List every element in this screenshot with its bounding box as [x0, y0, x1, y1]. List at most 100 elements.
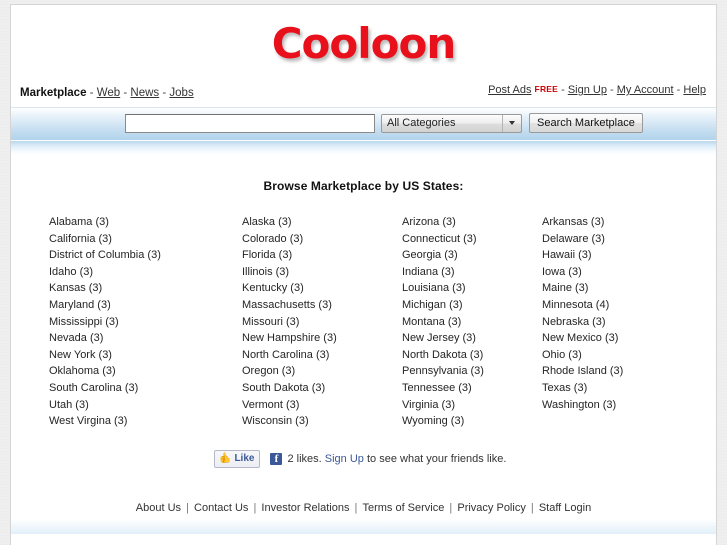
footer-separator: |: [351, 501, 361, 514]
state-link[interactable]: Nevada (3): [49, 330, 242, 347]
facebook-like-widget: 👍 Like f 2 likes. Sign Up to see what yo…: [11, 449, 716, 468]
state-link[interactable]: New York (3): [49, 347, 242, 364]
main-content: Browse Marketplace by US States: Alabama…: [11, 155, 716, 519]
state-link[interactable]: Idaho (3): [49, 264, 242, 281]
state-link[interactable]: Pennsylvania (3): [402, 363, 542, 380]
primary-nav: Marketplace - Web - News - Jobs: [20, 87, 194, 99]
state-link[interactable]: Kansas (3): [49, 280, 242, 297]
free-badge: FREE: [534, 84, 559, 94]
nav-link-my-account[interactable]: My Account: [617, 84, 674, 96]
state-link[interactable]: Illinois (3): [242, 264, 402, 281]
logo-band: Cooloon: [11, 5, 716, 83]
state-link[interactable]: Utah (3): [49, 397, 242, 414]
footer-spacer: [11, 468, 716, 502]
state-link[interactable]: Vermont (3): [242, 397, 402, 414]
nav-dash-1: -: [86, 87, 97, 99]
state-link[interactable]: North Carolina (3): [242, 347, 402, 364]
footer-fade: [11, 518, 716, 534]
footer-separator: |: [250, 501, 260, 514]
state-link[interactable]: Wisconsin (3): [242, 413, 402, 430]
search-marketplace-button[interactable]: Search Marketplace: [529, 113, 643, 133]
footer-link[interactable]: Investor Relations: [261, 502, 349, 514]
state-link[interactable]: Michigan (3): [402, 297, 542, 314]
thumbs-up-icon: 👍: [219, 452, 232, 464]
state-link[interactable]: Iowa (3): [542, 264, 692, 281]
footer-link[interactable]: About Us: [136, 502, 181, 514]
state-link[interactable]: Colorado (3): [242, 231, 402, 248]
chevron-down-icon[interactable]: [502, 114, 520, 132]
nav-link-jobs[interactable]: Jobs: [169, 87, 193, 99]
nav-link-post-ads[interactable]: Post Ads: [488, 84, 531, 96]
state-link[interactable]: Louisiana (3): [402, 280, 542, 297]
state-link[interactable]: Alabama (3): [49, 214, 242, 231]
search-input[interactable]: [125, 113, 375, 133]
state-link[interactable]: New Jersey (3): [402, 330, 542, 347]
state-link[interactable]: Alaska (3): [242, 214, 402, 231]
nav-link-news[interactable]: News: [130, 87, 159, 99]
facebook-like-button[interactable]: 👍 Like: [214, 449, 261, 468]
state-link[interactable]: Florida (3): [242, 247, 402, 264]
state-link[interactable]: New Mexico (3): [542, 330, 692, 347]
state-link[interactable]: South Carolina (3): [49, 380, 242, 397]
account-nav: Post Ads FREE - Sign Up - My Account - H…: [488, 84, 706, 96]
state-link[interactable]: Minnesota (4): [542, 297, 692, 314]
state-link[interactable]: Rhode Island (3): [542, 363, 692, 380]
state-link[interactable]: Virginia (3): [402, 397, 542, 414]
facebook-f-icon: f: [270, 452, 283, 465]
state-link[interactable]: Georgia (3): [402, 247, 542, 264]
state-link[interactable]: Ohio (3): [542, 347, 692, 364]
facebook-like-label: Like: [234, 453, 255, 465]
category-select[interactable]: All Categories: [381, 113, 522, 133]
state-link[interactable]: Delaware (3): [542, 231, 692, 248]
state-link[interactable]: Massachusetts (3): [242, 297, 402, 314]
page-shell: Cooloon Marketplace - Web - News - Jobs …: [10, 4, 717, 545]
nav-row: Marketplace - Web - News - Jobs Post Ads…: [11, 83, 716, 107]
state-link[interactable]: Montana (3): [402, 314, 542, 331]
state-link[interactable]: Wyoming (3): [402, 413, 542, 430]
footer-link[interactable]: Staff Login: [539, 502, 591, 514]
state-link[interactable]: Texas (3): [542, 380, 692, 397]
footer-link[interactable]: Privacy Policy: [457, 502, 525, 514]
state-link[interactable]: District of Columbia (3): [49, 247, 242, 264]
state-link[interactable]: Kentucky (3): [242, 280, 402, 297]
footer-link[interactable]: Terms of Service: [362, 502, 444, 514]
state-link[interactable]: Maine (3): [542, 280, 692, 297]
state-link[interactable]: Connecticut (3): [402, 231, 542, 248]
search-band: All Categories Search Marketplace: [11, 107, 716, 140]
state-link[interactable]: Oklahoma (3): [49, 363, 242, 380]
state-link[interactable]: Nebraska (3): [542, 314, 692, 331]
state-link[interactable]: Maryland (3): [49, 297, 242, 314]
state-link[interactable]: Washington (3): [542, 397, 692, 414]
state-link[interactable]: North Dakota (3): [402, 347, 542, 364]
footer-separator: |: [446, 501, 456, 514]
nav-link-help[interactable]: Help: [683, 84, 706, 96]
likes-count-text: 2 likes.: [287, 452, 322, 465]
site-logo[interactable]: Cooloon: [11, 19, 716, 68]
nav-link-sign-up[interactable]: Sign Up: [568, 84, 607, 96]
state-link[interactable]: California (3): [49, 231, 242, 248]
acct-dash-2: -: [606, 84, 617, 96]
search-band-fade: [11, 140, 716, 155]
state-link[interactable]: Arizona (3): [402, 214, 542, 231]
nav-link-web[interactable]: Web: [97, 87, 120, 99]
footer-links: About Us | Contact Us | Investor Relatio…: [11, 502, 716, 519]
facebook-trailing-text: to see what your friends like.: [366, 452, 507, 465]
facebook-like-text: 2 likes. Sign Up to see what your friend…: [287, 453, 506, 465]
footer-link[interactable]: Contact Us: [194, 502, 248, 514]
state-link[interactable]: Oregon (3): [242, 363, 402, 380]
state-link[interactable]: Tennessee (3): [402, 380, 542, 397]
state-link[interactable]: Missouri (3): [242, 314, 402, 331]
category-select-label: All Categories: [387, 117, 456, 129]
state-link[interactable]: Arkansas (3): [542, 214, 692, 231]
state-link[interactable]: South Dakota (3): [242, 380, 402, 397]
state-link[interactable]: Indiana (3): [402, 264, 542, 281]
nav-marketplace-label[interactable]: Marketplace: [20, 87, 86, 99]
state-link[interactable]: Hawaii (3): [542, 247, 692, 264]
search-form: All Categories Search Marketplace: [125, 113, 643, 133]
state-link[interactable]: New Hampshire (3): [242, 330, 402, 347]
nav-dash-2: -: [120, 87, 131, 99]
facebook-signup-link[interactable]: Sign Up: [325, 453, 364, 465]
state-link[interactable]: West Virgina (3): [49, 413, 242, 430]
state-link[interactable]: Mississippi (3): [49, 314, 242, 331]
nav-dash-3: -: [159, 87, 170, 99]
